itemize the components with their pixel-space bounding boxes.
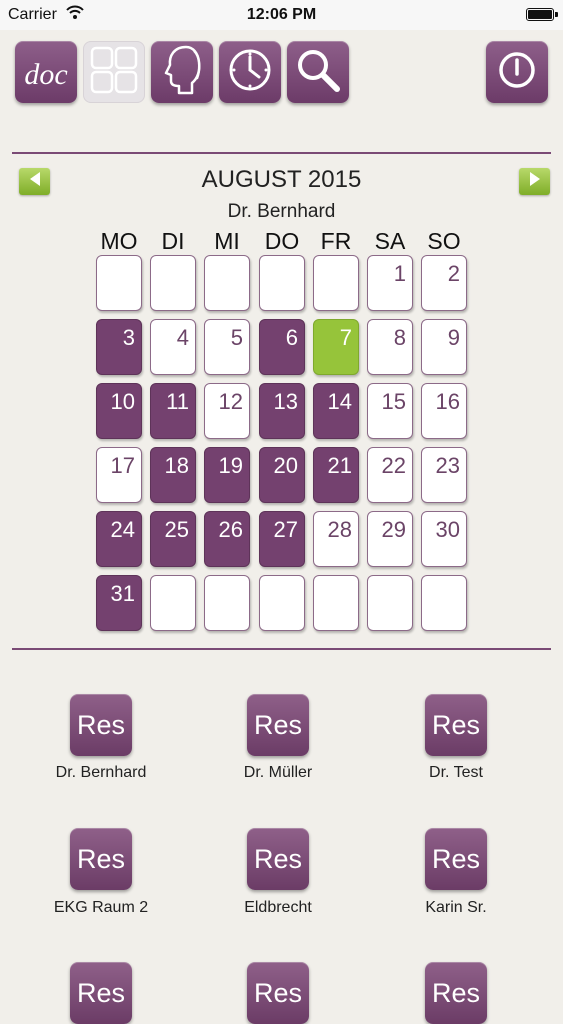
doc-logo-text: doc (24, 58, 68, 91)
calendar-day[interactable]: 26 (204, 511, 250, 567)
calendar-empty-cell[interactable] (259, 575, 305, 631)
doc-button[interactable]: doc (15, 41, 77, 103)
status-bar: Carrier 12:06 PM (0, 0, 563, 30)
calendar-day[interactable]: 13 (259, 383, 305, 439)
weekday-header: DO (264, 228, 300, 254)
calendar-day[interactable]: 15 (367, 383, 413, 439)
profile-button[interactable] (151, 41, 213, 103)
calendar-empty-cell[interactable] (313, 575, 359, 631)
resource-label: Karin Sr. (425, 899, 487, 916)
calendar-day[interactable]: 23 (421, 447, 467, 503)
power-button[interactable] (486, 41, 548, 103)
resource-button[interactable]: Res (247, 828, 309, 890)
weekday-header: SO (427, 228, 461, 254)
search-button[interactable] (287, 41, 349, 103)
calendar-day[interactable]: 14 (313, 383, 359, 439)
calendar-doctor-name: Dr. Bernhard (227, 201, 336, 222)
resource-label: EKG Raum 2 (53, 899, 149, 916)
resource-button[interactable]: Res (247, 694, 309, 756)
face-profile-icon (160, 45, 204, 100)
top-divider (12, 152, 551, 154)
grid-button[interactable] (83, 41, 145, 103)
calendar-day[interactable]: 29 (367, 511, 413, 567)
calendar-day[interactable]: 27 (259, 511, 305, 567)
resource-button[interactable]: Res (247, 962, 309, 1024)
calendar-day[interactable]: 30 (421, 511, 467, 567)
calendar-day[interactable]: 19 (204, 447, 250, 503)
calendar-day[interactable]: 3 (96, 319, 142, 375)
resource-label: Dr. Test (429, 764, 483, 781)
resource-label: Eldbrecht (244, 899, 312, 916)
status-time: 12:06 PM (246, 6, 317, 23)
calendar-day[interactable]: 1 (367, 255, 413, 311)
calendar-day[interactable]: 5 (204, 319, 250, 375)
resource-button[interactable]: Res (70, 828, 132, 890)
calendar-empty-cell[interactable] (367, 575, 413, 631)
calendar-day[interactable]: 2 (421, 255, 467, 311)
calendar-day[interactable]: 8 (367, 319, 413, 375)
weekday-header: MI (214, 228, 240, 254)
power-icon (497, 50, 537, 95)
resource-button[interactable]: Res (425, 962, 487, 1024)
calendar-day[interactable]: 7 (313, 319, 359, 375)
weekday-header: SA (374, 228, 406, 254)
next-month-button[interactable] (519, 168, 550, 195)
resource-button[interactable]: Res (425, 828, 487, 890)
clock-button[interactable] (219, 41, 281, 103)
calendar-day[interactable]: 12 (204, 383, 250, 439)
weekday-header: DI (161, 228, 185, 254)
calendar-day[interactable]: 20 (259, 447, 305, 503)
calendar-day[interactable]: 31 (96, 575, 142, 631)
resource-button[interactable]: Res (70, 962, 132, 1024)
calendar-day[interactable]: 22 (367, 447, 413, 503)
calendar-day[interactable]: 10 (96, 383, 142, 439)
clock-icon (227, 47, 273, 98)
calendar-empty-cell[interactable] (313, 255, 359, 311)
weekday-header: MO (100, 228, 138, 254)
calendar-day[interactable]: 21 (313, 447, 359, 503)
calendar-day[interactable]: 25 (150, 511, 196, 567)
calendar-day[interactable]: 6 (259, 319, 305, 375)
calendar-empty-cell[interactable] (150, 575, 196, 631)
resource-button[interactable]: Res (425, 694, 487, 756)
calendar-day[interactable]: 24 (96, 511, 142, 567)
grid-icon (89, 45, 139, 100)
calendar-day[interactable]: 16 (421, 383, 467, 439)
battery-icon (526, 8, 558, 21)
resource-button[interactable]: Res (70, 694, 132, 756)
calendar-day[interactable]: 28 (313, 511, 359, 567)
calendar-day[interactable]: 4 (150, 319, 196, 375)
calendar-empty-cell[interactable] (150, 255, 196, 311)
weekday-header: FR (320, 228, 352, 254)
calendar-empty-cell[interactable] (204, 255, 250, 311)
bottom-divider (12, 648, 551, 650)
calendar-empty-cell[interactable] (259, 255, 305, 311)
calendar-day[interactable]: 17 (96, 447, 142, 503)
calendar-day[interactable]: 9 (421, 319, 467, 375)
arrow-right-icon (528, 171, 542, 192)
calendar-empty-cell[interactable] (96, 255, 142, 311)
calendar-day[interactable]: 18 (150, 447, 196, 503)
calendar-day[interactable]: 11 (150, 383, 196, 439)
month-title: AUGUST 2015 (201, 166, 362, 193)
calendar-empty-cell[interactable] (421, 575, 467, 631)
search-icon (294, 46, 342, 99)
calendar-empty-cell[interactable] (204, 575, 250, 631)
resource-label: Dr. Müller (243, 764, 313, 781)
resource-label: Dr. Bernhard (55, 764, 147, 781)
